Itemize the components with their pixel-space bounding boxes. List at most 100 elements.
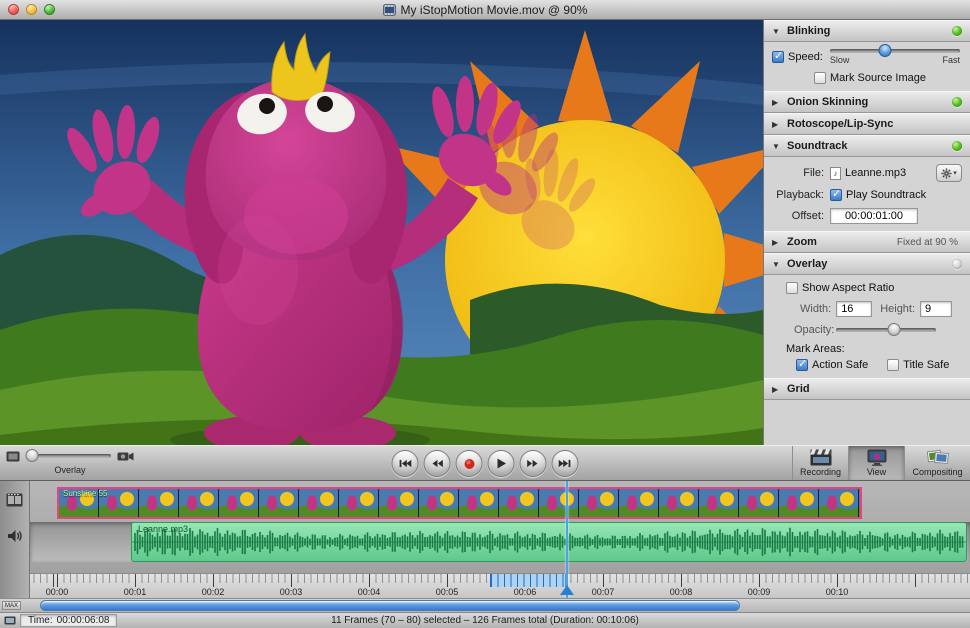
ruler-label: 00:10	[823, 587, 851, 597]
soundtrack-active-led-icon[interactable]	[952, 141, 962, 151]
video-track-icon[interactable]	[6, 493, 23, 507]
blinking-active-led-icon[interactable]	[952, 26, 962, 36]
time-ruler[interactable]: 00:0000:0100:0200:0300:0400:0500:0600:07…	[30, 573, 970, 598]
soundtrack-body: File: ♪ Leanne.mp3	[764, 157, 970, 231]
zoom-window-button[interactable]	[44, 4, 55, 15]
window-title: My iStopMotion Movie.mov @ 90%	[0, 3, 970, 17]
fast-forward-button[interactable]	[520, 450, 547, 477]
filmstrip-thumbnails	[59, 489, 860, 517]
soundtrack-action-menu-button[interactable]: ▾	[936, 164, 962, 182]
zoom-status-text: Fixed at 90 %	[897, 237, 958, 248]
section-header-grid[interactable]: ▶ Grid	[764, 378, 970, 400]
timeline-tracks[interactable]: Sunshine 55 Leanne.	[30, 481, 970, 598]
section-header-zoom[interactable]: ▶ Zoom Fixed at 90 %	[764, 231, 970, 253]
action-safe-checkbox[interactable]	[796, 359, 808, 371]
mark-source-image-label: Mark Source Image	[830, 72, 926, 84]
disclosure-open-icon[interactable]: ▼	[772, 142, 781, 151]
view-mode-button[interactable]: View	[848, 446, 904, 480]
offset-label: Offset:	[772, 210, 824, 222]
skip-to-end-icon	[559, 459, 572, 468]
stage-preview[interactable]	[0, 20, 763, 445]
camera-icon	[117, 450, 134, 462]
record-button[interactable]	[456, 450, 483, 477]
timeline-scrollbar[interactable]: MAX	[0, 598, 970, 612]
stage-preview-image	[0, 20, 763, 445]
show-aspect-ratio-label: Show Aspect Ratio	[802, 282, 894, 294]
disclosure-closed-icon[interactable]: ▶	[772, 238, 781, 247]
ruler-label: 00:01	[121, 587, 149, 597]
app-window: My iStopMotion Movie.mov @ 90%	[0, 0, 970, 628]
rewind-button[interactable]	[424, 450, 451, 477]
offset-field[interactable]	[830, 208, 918, 224]
ruler-label: 00:02	[199, 587, 227, 597]
recording-mode-button[interactable]: Recording	[792, 446, 848, 480]
overlay-opacity-slider[interactable]	[26, 454, 111, 458]
timeline-zoom-max-label[interactable]: MAX	[2, 601, 21, 610]
inspector-panel: ▼ Blinking Speed: Slow Fast	[763, 20, 970, 445]
width-field[interactable]	[836, 301, 872, 317]
title-bar[interactable]: My iStopMotion Movie.mov @ 90%	[0, 0, 970, 20]
playhead-marker-icon[interactable]	[560, 585, 574, 595]
play-soundtrack-label: Play Soundtrack	[846, 189, 926, 201]
fast-forward-icon	[527, 459, 540, 468]
play-button[interactable]	[488, 450, 515, 477]
ruler-label: 00:07	[589, 587, 617, 597]
timeline: Sunshine 55 Leanne.	[0, 481, 970, 598]
mode-switcher: Recording View Compositing	[792, 446, 970, 480]
playback-label: Playback:	[772, 189, 824, 201]
overlay-inactive-led-icon[interactable]	[952, 259, 962, 269]
disclosure-closed-icon[interactable]: ▶	[772, 120, 781, 129]
compositing-mode-button[interactable]: Compositing	[904, 446, 970, 480]
speed-slider-knob[interactable]	[878, 44, 891, 57]
selected-frames-highlight[interactable]	[490, 574, 566, 587]
video-clip-filmstrip[interactable]: Sunshine 55	[57, 487, 862, 519]
overlay-opacity-knob[interactable]	[25, 449, 38, 462]
music-note-icon: ♪	[830, 167, 841, 180]
title-safe-checkbox[interactable]	[887, 359, 899, 371]
show-aspect-ratio-checkbox[interactable]	[786, 282, 798, 294]
opacity-slider-knob[interactable]	[888, 323, 901, 336]
height-field[interactable]	[920, 301, 952, 317]
scrollbar-thumb[interactable]	[40, 600, 740, 611]
mark-source-image-checkbox[interactable]	[814, 72, 826, 84]
section-header-blinking[interactable]: ▼ Blinking	[764, 20, 970, 42]
disclosure-open-icon[interactable]: ▼	[772, 260, 781, 269]
disclosure-closed-icon[interactable]: ▶	[772, 98, 781, 107]
ruler-label: 00:08	[667, 587, 695, 597]
blinking-body: Speed: Slow Fast Mark Source Image	[764, 42, 970, 91]
minimize-button[interactable]	[26, 4, 37, 15]
soundtrack-file-well[interactable]: ♪ Leanne.mp3	[830, 167, 936, 180]
skip-to-start-button[interactable]	[392, 450, 419, 477]
opacity-slider[interactable]	[836, 328, 936, 332]
close-button[interactable]	[8, 4, 19, 15]
section-title: Blinking	[787, 25, 946, 37]
soundtrack-file-name: Leanne.mp3	[845, 167, 906, 179]
section-header-overlay[interactable]: ▼ Overlay	[764, 253, 970, 275]
transport-controls	[392, 450, 579, 477]
file-label: File:	[772, 167, 824, 179]
rewind-icon	[431, 459, 444, 468]
speed-slider[interactable]	[830, 49, 960, 53]
speed-checkbox[interactable]	[772, 51, 784, 63]
audio-track-icon[interactable]	[7, 529, 23, 543]
mark-areas-label: Mark Areas:	[786, 343, 845, 355]
play-soundtrack-checkbox[interactable]	[830, 189, 842, 201]
overlay-body: Show Aspect Ratio Width: Height: Opacity…	[764, 275, 970, 378]
audio-clip-label: Leanne.mp3	[138, 524, 188, 534]
section-header-onion-skinning[interactable]: ▶ Onion Skinning	[764, 91, 970, 113]
disclosure-closed-icon[interactable]: ▶	[772, 385, 781, 394]
audio-clip[interactable]: Leanne.mp3	[131, 522, 967, 562]
layers-icon	[927, 449, 949, 466]
status-bar: Time: 00:00:06:08 11 Frames (70 – 80) se…	[0, 612, 970, 628]
ruler-label: 00:05	[433, 587, 461, 597]
disclosure-open-icon[interactable]: ▼	[772, 27, 781, 36]
ruler-label: 00:06	[511, 587, 539, 597]
section-header-soundtrack[interactable]: ▼ Soundtrack	[764, 135, 970, 157]
playhead[interactable]	[566, 481, 568, 598]
ruler-label: 00:04	[355, 587, 383, 597]
onion-skinning-active-led-icon[interactable]	[952, 97, 962, 107]
section-header-rotoscope[interactable]: ▶ Rotoscope/Lip-Sync	[764, 113, 970, 135]
skip-to-end-button[interactable]	[552, 450, 579, 477]
menu-arrow-icon: ▾	[953, 169, 957, 177]
skip-to-start-icon	[399, 459, 412, 468]
